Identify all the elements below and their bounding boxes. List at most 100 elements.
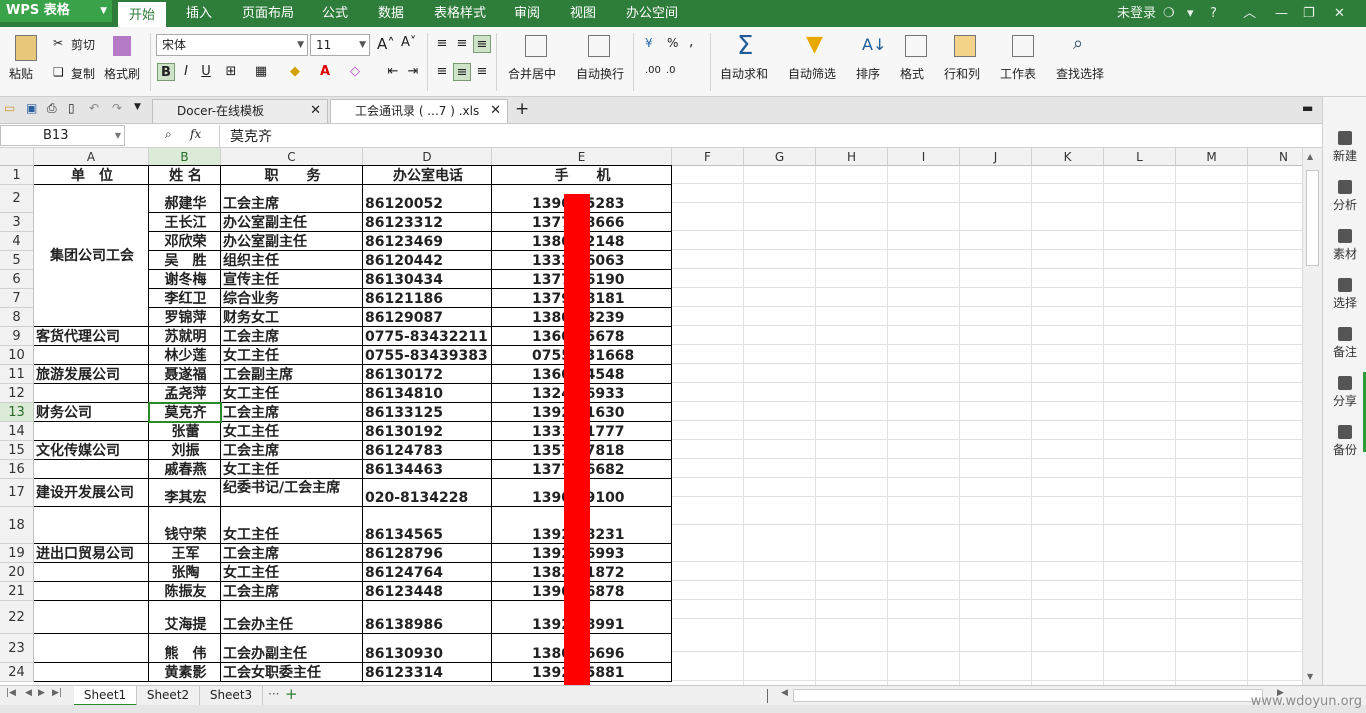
vertical-scrollbar[interactable]: ▲ ▼ <box>1302 148 1322 685</box>
minimize-icon[interactable]: — <box>1275 0 1288 27</box>
row-header-15[interactable]: 15 <box>0 441 34 460</box>
cell-d6[interactable]: 86130434 <box>363 270 492 289</box>
help-button[interactable]: ? <box>1210 0 1217 27</box>
cell-a13[interactable]: 财务公司 <box>34 403 149 422</box>
tab-page-layout[interactable]: 页面布局 <box>242 0 294 27</box>
cell-d24[interactable]: 86123314 <box>363 663 492 682</box>
cell-b23[interactable]: 熊 伟 <box>149 634 221 663</box>
format-painter-icon[interactable] <box>113 36 131 56</box>
auto-filter-button[interactable]: 自动筛选 <box>788 65 836 82</box>
cell-c18[interactable]: 女工主任 <box>221 507 363 544</box>
new-tab-icon[interactable]: + <box>515 99 529 119</box>
select-all-corner[interactable] <box>0 148 34 166</box>
worksheet-icon[interactable] <box>1012 35 1034 57</box>
row-header-14[interactable]: 14 <box>0 422 34 441</box>
cell-c5[interactable]: 组织主任 <box>221 251 363 270</box>
cell-a21[interactable] <box>34 582 149 601</box>
cell-a1[interactable]: 单 位 <box>34 166 149 185</box>
decimal-decrease-icon[interactable]: .0 <box>666 65 676 76</box>
sort-button[interactable]: 排序 <box>856 65 880 82</box>
font-size-select[interactable]: 11 ▼ <box>310 34 370 56</box>
column-header-l[interactable]: L <box>1104 148 1176 166</box>
cell-b6[interactable]: 谢冬梅 <box>149 270 221 289</box>
wps-logo-button[interactable]: WPS 表格 ▼ <box>0 0 112 22</box>
column-header-e[interactable]: E <box>492 148 672 166</box>
cell-a15[interactable]: 文化传媒公司 <box>34 441 149 460</box>
column-header-a[interactable]: A <box>34 148 149 166</box>
cell-a16[interactable] <box>34 460 149 479</box>
sidebar-material[interactable]: 素材 <box>1323 229 1366 262</box>
row-header-8[interactable]: 8 <box>0 308 34 327</box>
more-sheets-icon[interactable]: ··· <box>268 687 279 701</box>
paste-icon[interactable] <box>15 35 37 61</box>
cell-a14[interactable] <box>34 422 149 441</box>
column-header-f[interactable]: F <box>672 148 744 166</box>
indent-decrease-icon[interactable]: ⇤ <box>384 63 402 81</box>
sidebar-new[interactable]: 新建 <box>1323 131 1366 164</box>
scroll-splitter[interactable] <box>767 689 768 703</box>
filter-icon[interactable]: ▼ <box>806 32 823 57</box>
clear-format-icon[interactable]: ◇ <box>346 63 364 81</box>
cell-d2[interactable]: 86120052 <box>363 185 492 213</box>
cell-d5[interactable]: 86120442 <box>363 251 492 270</box>
column-header-d[interactable]: D <box>363 148 492 166</box>
cell-b22[interactable]: 艾海提 <box>149 601 221 634</box>
spreadsheet-grid[interactable]: ABCDEFGHIJKLMN 1单 位姓 名职 务办公室电话手 机 2 郝建华 工会主席… <box>0 148 1302 685</box>
comma-button[interactable]: , <box>689 34 693 50</box>
paste-button[interactable]: 粘贴 <box>9 65 33 82</box>
cell-c8[interactable]: 财务女工 <box>221 308 363 327</box>
row-header-24[interactable]: 24 <box>0 663 34 682</box>
indent-increase-icon[interactable]: ⇥ <box>404 63 422 81</box>
decrease-font-icon[interactable]: A˅ <box>401 35 416 50</box>
cell-e1[interactable]: 手 机 <box>492 166 672 185</box>
last-sheet-icon[interactable]: ▶| <box>52 688 62 698</box>
align-bottom-icon[interactable]: ≡ <box>473 35 491 53</box>
cell-c17[interactable]: 纪委书记/工会主席 <box>221 479 363 507</box>
scroll-thumb[interactable] <box>1306 170 1319 266</box>
cell-b18[interactable]: 钱守荣 <box>149 507 221 544</box>
sidebar-note[interactable]: 备注 <box>1323 327 1366 360</box>
font-color-icon[interactable]: A <box>316 63 334 81</box>
align-top-icon[interactable]: ≡ <box>433 35 451 53</box>
cell-d17[interactable]: 020-8134228 <box>363 479 492 507</box>
find-select-button[interactable]: 查找选择 <box>1056 65 1104 82</box>
auto-sum-button[interactable]: 自动求和 <box>720 65 768 82</box>
row-header-12[interactable]: 12 <box>0 384 34 403</box>
underline-button[interactable]: U <box>197 63 215 81</box>
fill-color-icon[interactable]: ◆ <box>286 63 304 81</box>
cell-a24[interactable] <box>34 663 149 682</box>
save-icon[interactable]: ▣ <box>26 101 37 115</box>
merge-center-icon[interactable] <box>525 35 547 57</box>
cell-c3[interactable]: 办公室副主任 <box>221 213 363 232</box>
print-preview-icon[interactable]: ▯ <box>68 101 75 115</box>
cell-c7[interactable]: 综合业务 <box>221 289 363 308</box>
cell-d10[interactable]: 0755-83439383 <box>363 346 492 365</box>
cell-b8[interactable]: 罗锦萍 <box>149 308 221 327</box>
bold-button[interactable]: B <box>157 63 175 81</box>
tab-office-space[interactable]: 办公空间 <box>626 0 678 27</box>
row-header-17[interactable]: 17 <box>0 479 34 507</box>
cell-a12[interactable] <box>34 384 149 403</box>
increase-font-icon[interactable]: A˄ <box>377 35 395 53</box>
column-header-i[interactable]: I <box>888 148 960 166</box>
column-header-k[interactable]: K <box>1032 148 1104 166</box>
login-link[interactable]: 未登录 <box>1117 0 1156 27</box>
copy-button[interactable]: 复制 <box>71 65 95 82</box>
sidebar-analyze[interactable]: 分析 <box>1323 180 1366 213</box>
format-button[interactable]: 格式 <box>900 65 924 82</box>
percent-button[interactable]: % <box>667 36 678 50</box>
cell-d23[interactable]: 86130930 <box>363 634 492 663</box>
cell-c12[interactable]: 女工主任 <box>221 384 363 403</box>
binoculars-icon[interactable]: ⌕ <box>1073 33 1083 54</box>
cell-d21[interactable]: 86123448 <box>363 582 492 601</box>
cell-c2[interactable]: 工会主席 <box>221 185 363 213</box>
cell-d20[interactable]: 86124764 <box>363 563 492 582</box>
cell-c24[interactable]: 工会女职委主任 <box>221 663 363 682</box>
align-left-icon[interactable]: ≡ <box>433 63 451 81</box>
close-icon[interactable]: ✕ <box>1334 0 1345 27</box>
cell-d12[interactable]: 86134810 <box>363 384 492 403</box>
cell-c11[interactable]: 工会副主席 <box>221 365 363 384</box>
cell-b2[interactable]: 郝建华 <box>149 185 221 213</box>
cell-b5[interactable]: 吴 胜 <box>149 251 221 270</box>
cell-b9[interactable]: 苏就明 <box>149 327 221 346</box>
